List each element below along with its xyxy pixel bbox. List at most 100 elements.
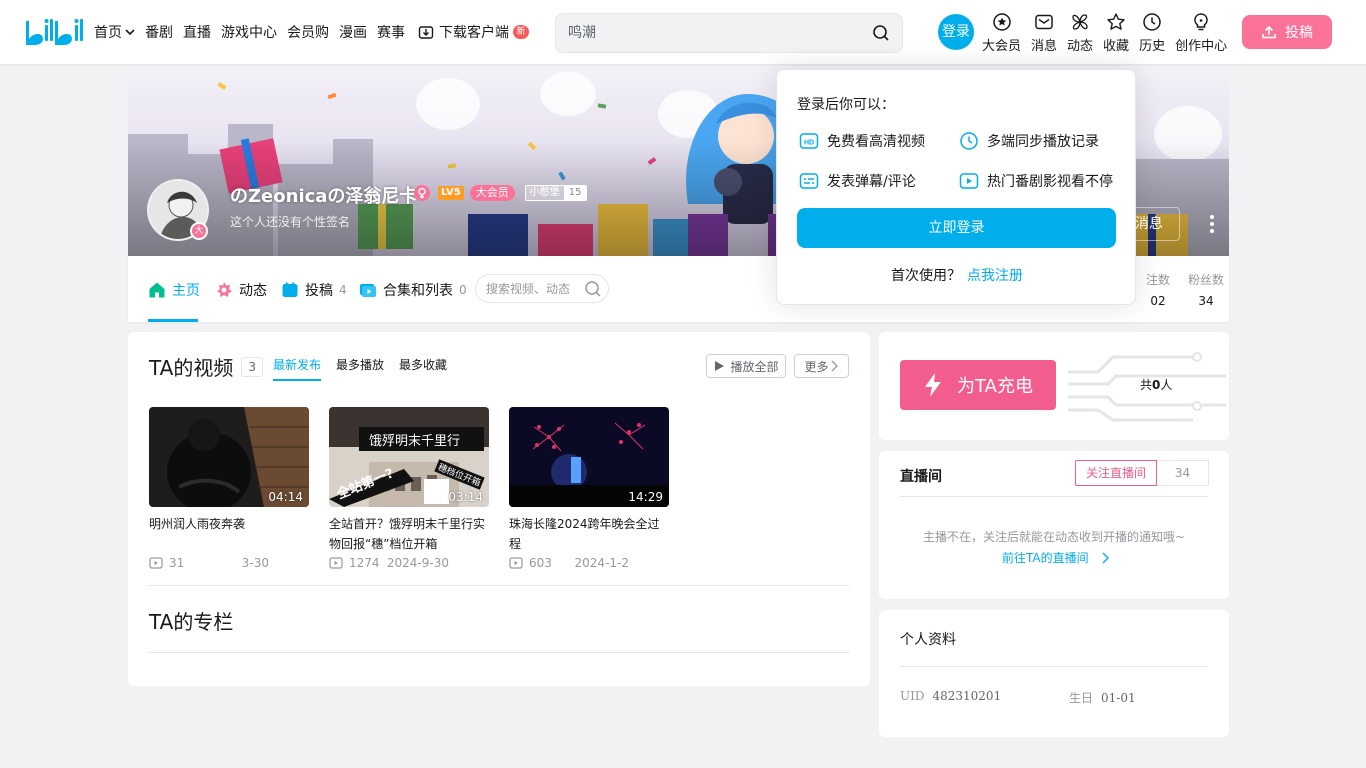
follow-live-button[interactable]: 关注直播间	[1075, 460, 1157, 486]
search-input[interactable]	[568, 21, 848, 45]
register-row: 首次使用？ 点我注册	[891, 268, 1023, 284]
feature-sync-history: 多端同步播放记录	[959, 131, 1099, 151]
followers-stat[interactable]: 粉丝数 34	[1188, 271, 1224, 308]
feature-anime: 热门番剧影视看不停	[959, 171, 1113, 191]
vip-badge: 大会员	[469, 185, 515, 201]
video-duration: 03:14	[448, 490, 483, 504]
history-entry[interactable]: 历史	[1139, 12, 1165, 54]
sort-most-played[interactable]: 最多播放	[336, 356, 384, 373]
user-stats: 注数 02 粉丝数 34	[1128, 271, 1224, 308]
chevron-down-icon	[125, 29, 135, 36]
nav-game-center[interactable]: 游戏中心	[221, 22, 277, 42]
bilibili-logo[interactable]	[24, 15, 86, 47]
video-thumbnail[interactable]: 14:29	[509, 407, 669, 507]
register-link[interactable]: 点我注册	[967, 268, 1023, 284]
search-box	[555, 13, 903, 53]
login-popup: 登录后你可以： HD 免费看高清视频 多端同步播放记录 发表弹幕/评论 热门番剧…	[776, 69, 1136, 305]
video-play-icon	[959, 173, 979, 189]
feature-hd-video: HD 免费看高清视频	[799, 131, 925, 151]
feature-comment: 发表弹幕/评论	[799, 171, 916, 191]
username: のZeonicaの泽翁尼卡	[230, 186, 418, 207]
login-button[interactable]: 登录	[938, 14, 974, 50]
video-title[interactable]: 全站首开？饿殍明末千里行实物回报“穗”档位开箱	[329, 514, 489, 554]
user-signature: 这个人还没有个性签名	[230, 215, 351, 229]
lightning-icon	[925, 373, 942, 397]
play-count-icon	[329, 557, 343, 569]
video-count: 3	[241, 356, 263, 377]
upload-button[interactable]: 投稿	[1242, 15, 1332, 49]
search-icon[interactable]	[872, 24, 890, 42]
play-all-button[interactable]: 播放全部	[706, 354, 786, 378]
login-popup-heading: 登录后你可以：	[797, 97, 895, 113]
home-icon	[149, 282, 165, 298]
video-meta: 31 3-30	[149, 556, 309, 572]
live-offline-tip: 主播不在，关注后就能在动态收到开播的通知哦~	[922, 530, 1186, 544]
danmaku-icon	[799, 173, 819, 189]
main-nav: 首页 番剧 直播 游戏中心 会员购 漫画 赛事 下载客户端 新	[94, 0, 539, 64]
play-icon	[715, 361, 725, 371]
login-now-button[interactable]: 立即登录	[797, 208, 1116, 248]
charge-total: 共0人	[1140, 378, 1173, 392]
nav-esports[interactable]: 赛事	[377, 22, 405, 42]
favorite-entry[interactable]: 收藏	[1103, 12, 1129, 54]
more-videos-button[interactable]: 更多	[794, 354, 849, 378]
divider	[900, 666, 1208, 667]
video-card[interactable]: 04:14 明州润人雨夜奔袭 31 3-30	[149, 407, 309, 572]
video-card[interactable]: 饿殍明末千里行 全站第一? 穗档位开箱 03:14 全站首开？饿殍明末千里行实物…	[329, 407, 489, 572]
uploads-tab-icon	[282, 281, 298, 297]
video-meta: 603 2024-1-2	[509, 556, 669, 572]
tab-home[interactable]: 主页	[148, 280, 200, 300]
sort-latest[interactable]: 最新发布	[273, 356, 322, 381]
nav-mall[interactable]: 会员购	[287, 22, 329, 42]
divider	[900, 496, 1208, 497]
nav-download-client[interactable]: 下载客户端 新	[415, 22, 529, 42]
tab-uploads[interactable]: 投稿 4	[281, 280, 347, 300]
follow-live-count: 34	[1157, 460, 1209, 486]
space-search-input[interactable]	[486, 280, 578, 298]
lightbulb-icon	[1194, 13, 1208, 31]
new-badge: 新	[513, 25, 529, 39]
tab-dynamic[interactable]: 动态	[215, 280, 267, 300]
video-date: 2024-9-30	[386, 556, 449, 570]
nav-home[interactable]: 首页	[94, 22, 135, 42]
column-section-title: TA的专栏	[149, 610, 234, 634]
vip-icon	[992, 13, 1011, 31]
video-date: 3-30	[241, 556, 269, 570]
video-duration: 14:29	[628, 490, 663, 504]
play-count-icon	[149, 557, 163, 569]
vip-entry[interactable]: 大会员	[982, 12, 1021, 54]
uid-row: UID 482310201	[900, 689, 1002, 703]
download-icon	[418, 26, 434, 39]
female-icon	[414, 185, 430, 201]
profile-title: 个人资料	[900, 632, 956, 648]
search-icon[interactable]	[584, 280, 602, 298]
dynamic-entry[interactable]: 动态	[1067, 12, 1093, 54]
video-thumbnail[interactable]: 04:14	[149, 407, 309, 507]
nav-live[interactable]: 直播	[183, 22, 211, 42]
video-title[interactable]: 明州润人雨夜奔袭	[149, 514, 309, 554]
message-entry[interactable]: 消息	[1031, 12, 1057, 54]
video-meta: 1274 2024-9-30	[329, 556, 489, 572]
video-card[interactable]: 14:29 珠海长隆2024跨年晚会全过程 603 2024-1-2	[509, 407, 669, 572]
top-header: 首页 番剧 直播 游戏中心 会员购 漫画 赛事 下载客户端 新 登录 大会员 消…	[0, 0, 1366, 64]
video-title[interactable]: 珠海长隆2024跨年晚会全过程	[509, 514, 669, 554]
live-room-panel: 直播间 关注直播间 34 主播不在，关注后就能在动态收到开播的通知哦~ 前往TA…	[879, 451, 1229, 599]
birthday-row: 生日 01-01	[1069, 691, 1136, 705]
play-count-icon	[509, 557, 523, 569]
more-options-icon[interactable]	[1209, 214, 1215, 234]
level-badge: LV5	[438, 186, 464, 200]
fan-medal[interactable]: 小憨堡 15	[524, 185, 588, 201]
tab-collections[interactable]: 合集和列表 0	[359, 280, 467, 300]
clock-icon	[1143, 13, 1161, 31]
charge-button[interactable]: 为TA充电	[900, 360, 1056, 410]
go-to-live-room-link[interactable]: 前往TA的直播间	[1002, 549, 1109, 566]
creator-entry[interactable]: 创作中心	[1175, 12, 1227, 54]
sort-most-favorited[interactable]: 最多收藏	[399, 356, 447, 373]
video-thumbnail[interactable]: 饿殍明末千里行 全站第一? 穗档位开箱 03:14	[329, 407, 489, 507]
thumbnail-overlay-main: 饿殍明末千里行	[369, 434, 461, 449]
following-stat[interactable]: 注数 02	[1146, 271, 1170, 308]
nav-manga[interactable]: 漫画	[339, 22, 367, 42]
profile-info-panel: 个人资料 UID 482310201 生日 01-01	[879, 610, 1229, 737]
nav-anime[interactable]: 番剧	[145, 22, 173, 42]
hd-icon: HD	[799, 133, 819, 149]
